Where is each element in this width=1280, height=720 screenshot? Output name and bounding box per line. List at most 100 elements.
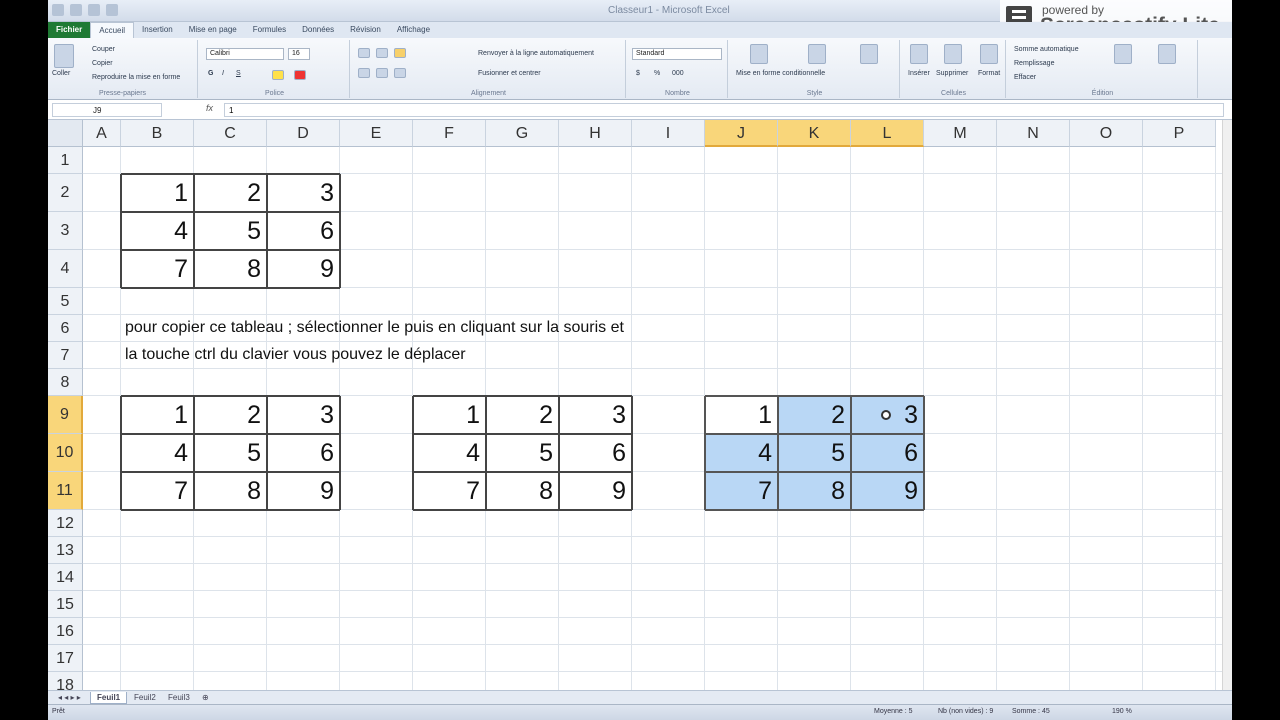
merge-center-button[interactable]: Fusionner et centrer [478, 70, 541, 77]
autosum-button[interactable]: Somme automatique [1014, 46, 1079, 53]
format-as-table-icon[interactable] [808, 44, 826, 64]
align-middle-icon[interactable] [376, 48, 388, 58]
cell-c9[interactable]: 2 [194, 396, 267, 434]
row-header-17[interactable]: 17 [48, 645, 83, 672]
row-header-3[interactable]: 3 [48, 212, 83, 250]
font-color-icon[interactable] [294, 70, 306, 80]
paste-icon[interactable] [54, 44, 74, 68]
cell-b11[interactable]: 7 [121, 472, 194, 510]
column-header-l[interactable]: L [851, 120, 924, 147]
fill-button[interactable]: Remplissage [1014, 60, 1054, 67]
cut-button[interactable]: Couper [92, 46, 115, 53]
column-header-a[interactable]: A [83, 120, 121, 147]
format-button[interactable]: Format [978, 70, 1000, 77]
tab-formules[interactable]: Formules [245, 22, 294, 38]
row-header-1[interactable]: 1 [48, 147, 83, 174]
name-box[interactable]: J9 [52, 103, 162, 117]
column-header-m[interactable]: M [924, 120, 997, 147]
fill-color-icon[interactable] [272, 70, 284, 80]
cell-g9[interactable]: 2 [486, 396, 559, 434]
format-icon[interactable] [980, 44, 998, 64]
column-header-j[interactable]: J [705, 120, 778, 147]
quick-access-toolbar[interactable] [52, 4, 118, 16]
tab-insertion[interactable]: Insertion [134, 22, 181, 38]
bold-button[interactable]: G [208, 70, 213, 77]
row-header-14[interactable]: 14 [48, 564, 83, 591]
cell-h9[interactable]: 3 [559, 396, 632, 434]
cell-d3[interactable]: 6 [267, 212, 340, 250]
tab-affichage[interactable]: Affichage [389, 22, 438, 38]
row-header-2[interactable]: 2 [48, 174, 83, 212]
underline-button[interactable]: S [236, 70, 241, 77]
cell-b4[interactable]: 7 [121, 250, 194, 288]
cell-g10[interactable]: 5 [486, 434, 559, 472]
row-header-5[interactable]: 5 [48, 288, 83, 315]
row-header-8[interactable]: 8 [48, 369, 83, 396]
sheet-tab-feuil2[interactable]: Feuil2 [128, 692, 162, 703]
row-header-13[interactable]: 13 [48, 537, 83, 564]
cell-l10[interactable]: 6 [851, 434, 924, 472]
cell-l11[interactable]: 9 [851, 472, 924, 510]
column-header-d[interactable]: D [267, 120, 340, 147]
tab-mise-en-page[interactable]: Mise en page [181, 22, 245, 38]
cell-f9[interactable]: 1 [413, 396, 486, 434]
row-header-11[interactable]: 11 [48, 472, 83, 510]
thousands-button[interactable]: 000 [672, 70, 684, 77]
insert-icon[interactable] [910, 44, 928, 64]
column-header-n[interactable]: N [997, 120, 1070, 147]
undo-icon[interactable] [88, 4, 100, 16]
cell-c10[interactable]: 5 [194, 434, 267, 472]
column-header-f[interactable]: F [413, 120, 486, 147]
spreadsheet-grid[interactable]: A B C D E F G H I J K L M N O P 1 2 3 4 5 6 7 8 9 10 11 12 13 14 15 16 1… [48, 120, 1232, 690]
select-all-corner[interactable] [48, 120, 83, 147]
fx-icon[interactable]: fx [206, 103, 213, 113]
copy-button[interactable]: Copier [92, 60, 113, 67]
find-select-icon[interactable] [1158, 44, 1176, 64]
align-center-icon[interactable] [376, 68, 388, 78]
delete-icon[interactable] [944, 44, 962, 64]
row-header-4[interactable]: 4 [48, 250, 83, 288]
cell-k9[interactable]: 2 [778, 396, 851, 434]
save-icon[interactable] [70, 4, 82, 16]
row-header-12[interactable]: 12 [48, 510, 83, 537]
cell-h11[interactable]: 9 [559, 472, 632, 510]
clear-button[interactable]: Effacer [1014, 74, 1036, 81]
row-header-15[interactable]: 15 [48, 591, 83, 618]
new-sheet-button[interactable]: ⊕ [196, 692, 215, 703]
cell-b10[interactable]: 4 [121, 434, 194, 472]
column-header-p[interactable]: P [1143, 120, 1216, 147]
column-header-k[interactable]: K [778, 120, 851, 147]
sheet-tab-feuil1[interactable]: Feuil1 [90, 692, 128, 704]
column-header-i[interactable]: I [632, 120, 705, 147]
delete-button[interactable]: Supprimer [936, 70, 968, 77]
cell-d11[interactable]: 9 [267, 472, 340, 510]
number-format-select[interactable]: Standard [632, 48, 722, 60]
cell-c4[interactable]: 8 [194, 250, 267, 288]
align-bottom-icon[interactable] [394, 48, 406, 58]
cell-d2[interactable]: 3 [267, 174, 340, 212]
currency-button[interactable]: $ [636, 70, 640, 77]
cell-c3[interactable]: 5 [194, 212, 267, 250]
cell-d10[interactable]: 6 [267, 434, 340, 472]
column-header-h[interactable]: H [559, 120, 632, 147]
format-painter-button[interactable]: Reproduire la mise en forme [92, 74, 180, 81]
wrap-text-button[interactable]: Renvoyer à la ligne automatiquement [478, 50, 594, 57]
cell-j10[interactable]: 4 [705, 434, 778, 472]
column-header-e[interactable]: E [340, 120, 413, 147]
tab-accueil[interactable]: Accueil [90, 22, 135, 38]
row-header-16[interactable]: 16 [48, 618, 83, 645]
align-right-icon[interactable] [394, 68, 406, 78]
font-size-select[interactable]: 16 [288, 48, 310, 60]
cell-j9[interactable]: 1 [705, 396, 778, 434]
note-text-1[interactable]: pour copier ce tableau ; sélectionner le… [125, 319, 624, 337]
cell-h10[interactable]: 6 [559, 434, 632, 472]
formula-input[interactable]: 1 [224, 103, 1224, 117]
sort-filter-icon[interactable] [1114, 44, 1132, 64]
cell-styles-icon[interactable] [860, 44, 878, 64]
cell-k10[interactable]: 5 [778, 434, 851, 472]
redo-icon[interactable] [106, 4, 118, 16]
cell-b2[interactable]: 1 [121, 174, 194, 212]
row-header-18[interactable]: 18 [48, 672, 83, 690]
cell-k11[interactable]: 8 [778, 472, 851, 510]
conditional-format-icon[interactable] [750, 44, 768, 64]
